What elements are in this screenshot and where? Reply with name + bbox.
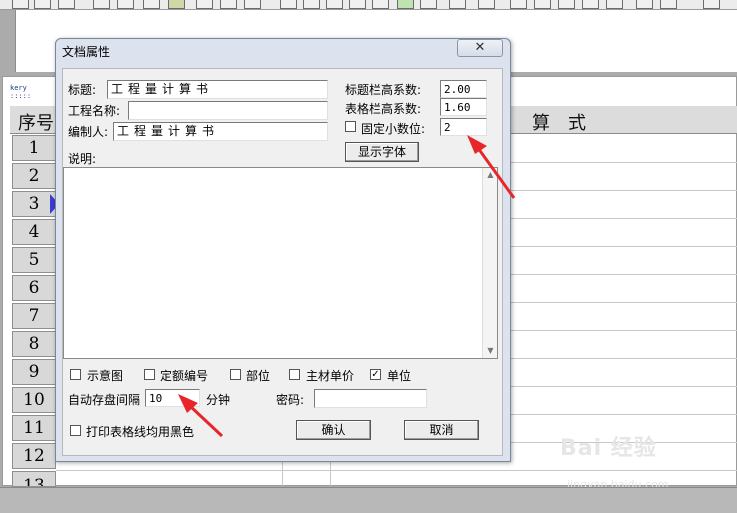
row-number[interactable]: 12: [12, 443, 56, 469]
row-number[interactable]: 6: [12, 275, 56, 301]
autosave-label: 自动存盘间隔: [68, 393, 141, 407]
author-input[interactable]: 工程量计算书: [113, 122, 328, 141]
row-number[interactable]: 5: [12, 247, 56, 273]
project-name-input[interactable]: [128, 101, 328, 120]
title-label: 标题:: [68, 83, 97, 97]
fixed-decimal-checkbox[interactable]: [345, 121, 356, 132]
row-number[interactable]: 13: [12, 471, 56, 487]
ok-button[interactable]: 确认: [296, 420, 371, 440]
close-button[interactable]: ✕: [457, 39, 503, 57]
toolbar-button[interactable]: [510, 0, 527, 9]
toolbar-button[interactable]: [303, 0, 320, 9]
toolbar-button[interactable]: [326, 0, 343, 9]
toolbar-button[interactable]: [558, 0, 575, 9]
scroll-down-icon[interactable]: ▼: [483, 346, 498, 355]
toolbar-button[interactable]: [349, 0, 366, 9]
toolbar-button[interactable]: [58, 0, 75, 9]
header-formula: 算 式: [532, 113, 586, 134]
quota-number-checkbox[interactable]: [144, 369, 155, 380]
notes-label: 说明:: [68, 152, 97, 166]
row-number[interactable]: 2: [12, 163, 56, 189]
quota-number-label: 定额编号: [160, 369, 209, 383]
row-number[interactable]: 10: [12, 387, 56, 413]
dialog-title: 文档属性: [62, 45, 111, 59]
autosave-input[interactable]: 10: [145, 389, 200, 407]
table-height-label: 表格栏高系数:: [345, 102, 422, 116]
fixed-decimal-label: 固定小数位:: [361, 122, 426, 136]
password-label: 密码:: [276, 393, 305, 407]
toolbar-button[interactable]: [660, 0, 677, 9]
toolbar-button[interactable]: [606, 0, 623, 9]
row-number[interactable]: 7: [12, 303, 56, 329]
toolbar-button[interactable]: [372, 0, 389, 9]
main-material-price-label: 主材单价: [306, 369, 355, 383]
part-checkbox[interactable]: [230, 369, 241, 380]
table-height-input[interactable]: 1.60: [440, 98, 487, 116]
row-number[interactable]: 11: [12, 415, 56, 441]
toolbar-button[interactable]: [93, 0, 110, 9]
toolbar-button[interactable]: [12, 0, 29, 9]
show-font-button[interactable]: 显示字体: [345, 142, 419, 162]
row-number[interactable]: 1: [12, 135, 56, 161]
column-line: [282, 462, 283, 486]
column-line: [330, 462, 331, 486]
row-number[interactable]: 8: [12, 331, 56, 357]
notes-scrollbar[interactable]: ▲ ▼: [482, 168, 497, 358]
title-input[interactable]: 工程量计算书: [107, 80, 328, 99]
row-number[interactable]: 4: [12, 219, 56, 245]
toolbar-button[interactable]: [244, 0, 261, 9]
diagram-checkbox[interactable]: [70, 369, 81, 380]
title-height-input[interactable]: 2.00: [440, 80, 487, 98]
toolbar-button[interactable]: [636, 0, 653, 9]
unit-checkbox[interactable]: ✓: [370, 369, 381, 380]
toolbar-button[interactable]: [420, 0, 437, 9]
toolbar-button[interactable]: [478, 0, 495, 9]
project-name-label: 工程名称:: [68, 104, 121, 118]
notes-textarea[interactable]: [63, 167, 498, 359]
app-logo: kery :::::: [10, 84, 32, 100]
password-input[interactable]: [314, 389, 427, 408]
toolbar-button[interactable]: [117, 0, 134, 9]
toolbar-button[interactable]: [220, 0, 237, 9]
unit-label: 单位: [387, 369, 412, 383]
toolbar-button[interactable]: [397, 0, 414, 9]
watermark-logo: Bai 经验: [560, 436, 657, 461]
toolbar-button[interactable]: [168, 0, 185, 9]
cancel-button[interactable]: 取消: [404, 420, 479, 440]
toolbar-button[interactable]: [449, 0, 466, 9]
title-height-label: 标题栏高系数:: [345, 83, 422, 97]
fixed-decimal-input[interactable]: 2: [440, 118, 487, 136]
grid-line: [56, 470, 737, 471]
status-bar: [0, 487, 737, 513]
header-seq: 序号: [18, 113, 54, 134]
toolbar: [0, 0, 737, 10]
toolbar-button[interactable]: [196, 0, 213, 9]
toolbar-button[interactable]: [534, 0, 551, 9]
toolbar-button[interactable]: [34, 0, 51, 9]
row-number[interactable]: 9: [12, 359, 56, 385]
main-material-price-checkbox[interactable]: [289, 369, 300, 380]
toolbar-button[interactable]: [143, 0, 160, 9]
close-icon: ✕: [474, 40, 486, 55]
toolbar-button[interactable]: [582, 0, 599, 9]
print-black-label: 打印表格线均用黑色: [86, 425, 195, 439]
toolbar-button[interactable]: [703, 0, 720, 9]
scroll-up-icon[interactable]: ▲: [483, 170, 498, 179]
check-icon: ✓: [371, 369, 380, 380]
print-black-checkbox[interactable]: [70, 425, 81, 436]
toolbar-button[interactable]: [280, 0, 297, 9]
part-label: 部位: [246, 369, 271, 383]
author-label: 编制人:: [68, 125, 109, 139]
diagram-label: 示意图: [87, 369, 124, 383]
autosave-unit: 分钟: [206, 393, 231, 407]
